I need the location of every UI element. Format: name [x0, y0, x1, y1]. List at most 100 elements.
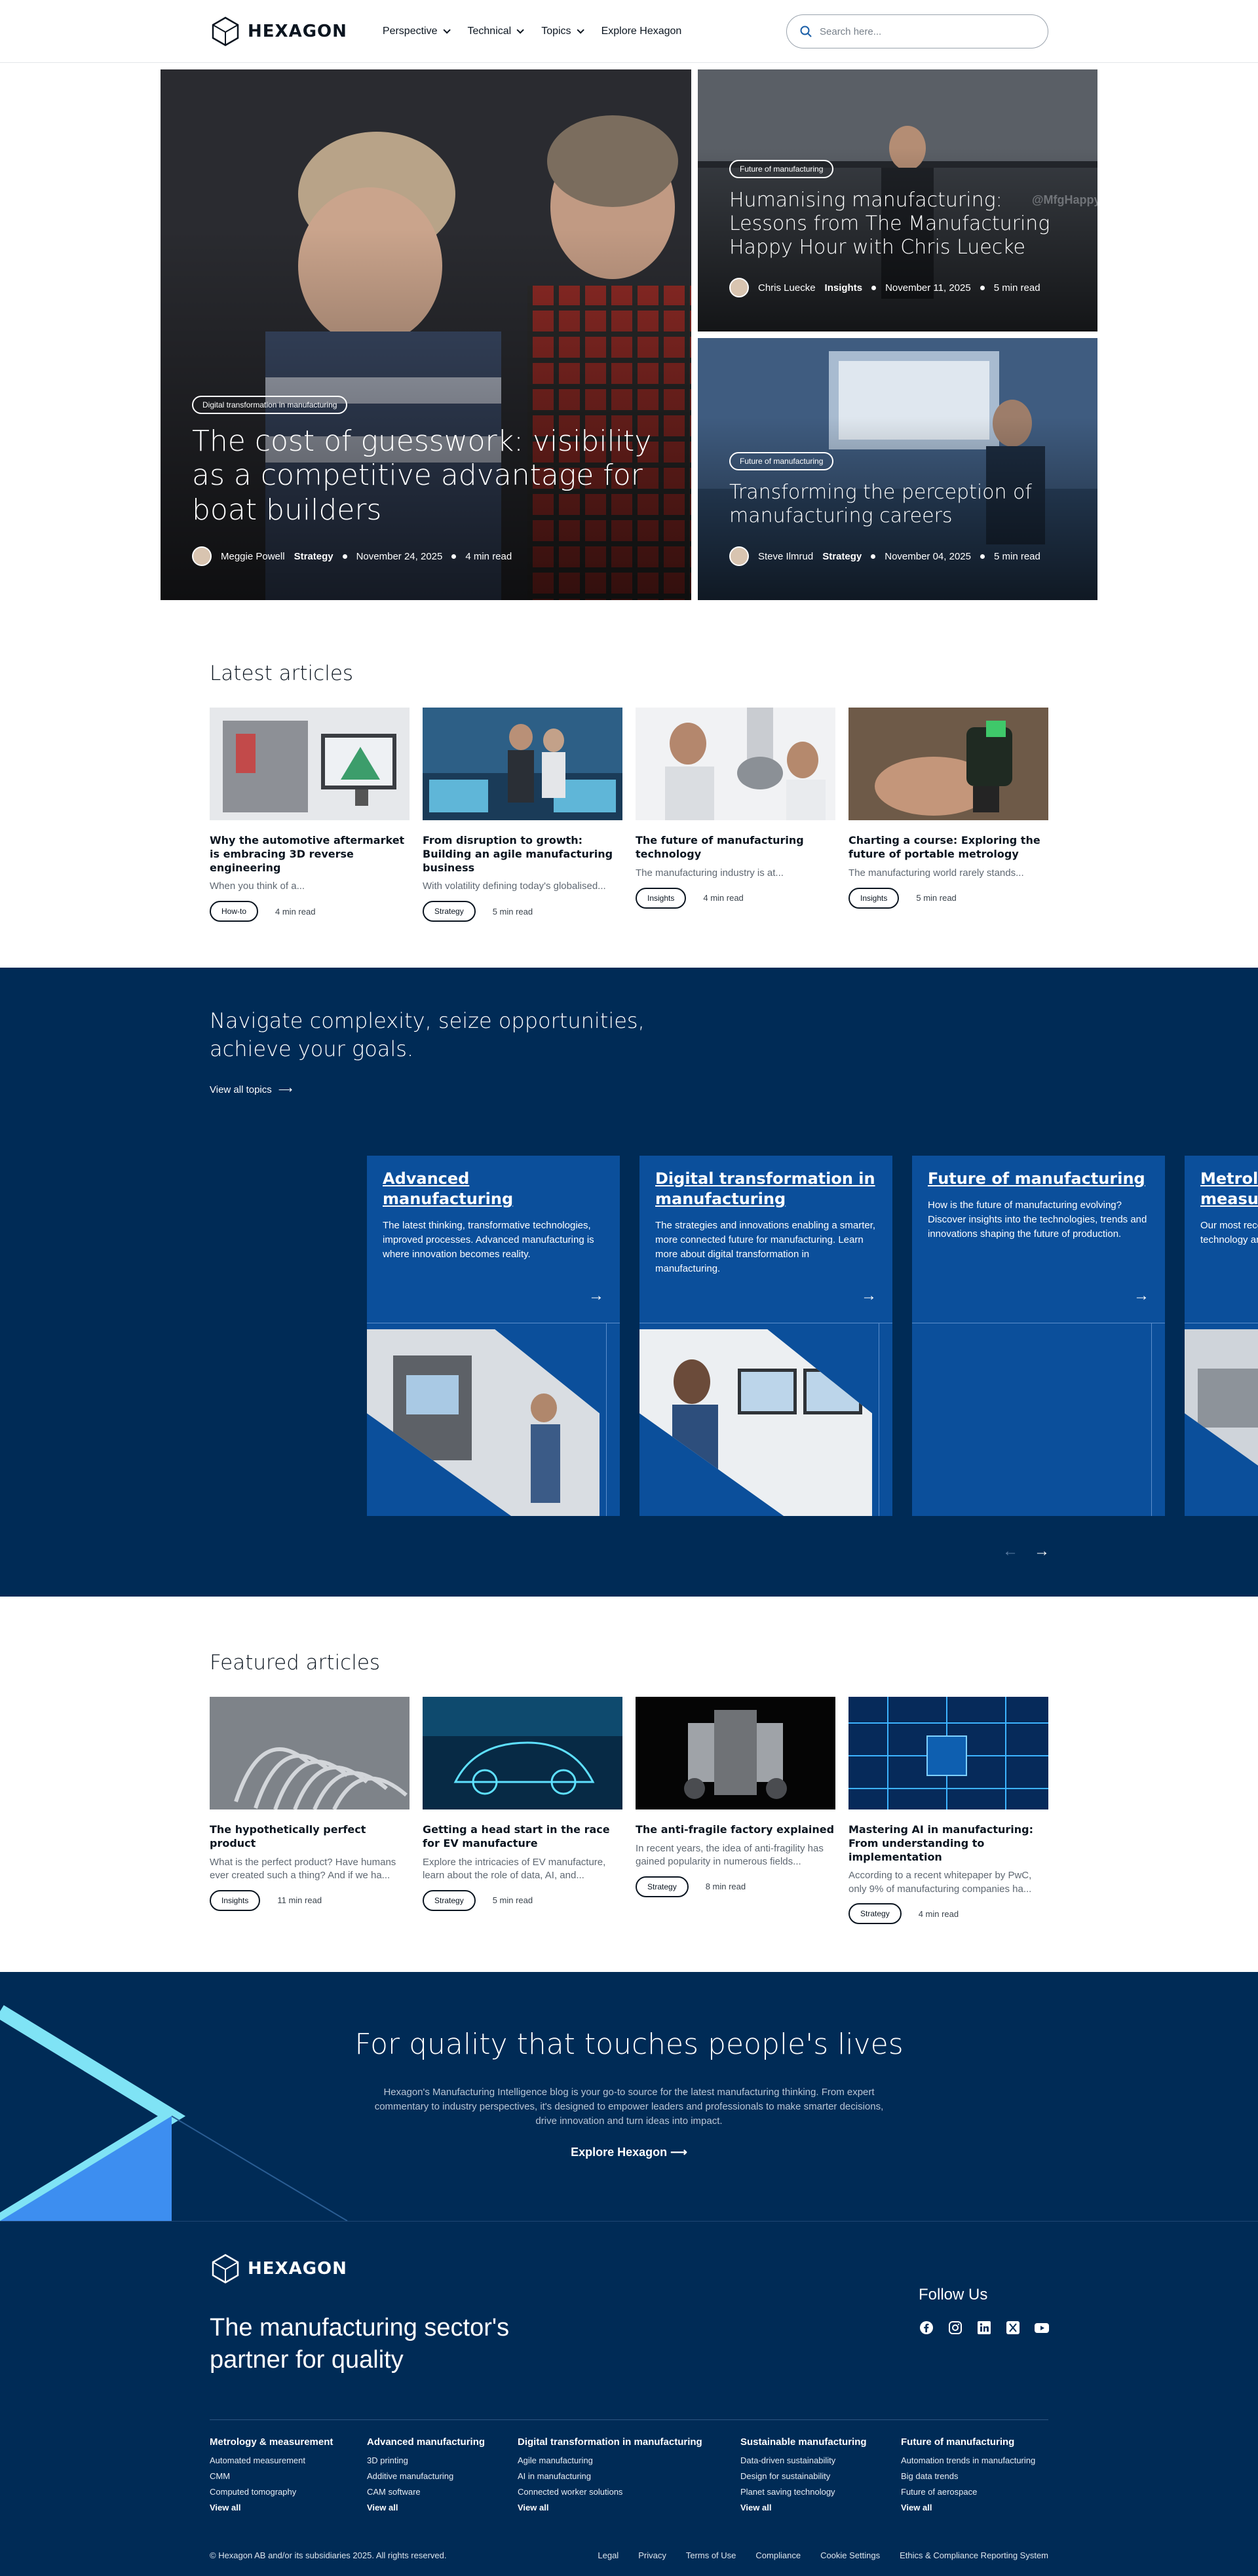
topic-card[interactable]: Future of manufacturing How is the futur…: [912, 1156, 1165, 1516]
search-box[interactable]: [786, 14, 1048, 48]
youtube-icon[interactable]: [1034, 2320, 1050, 2336]
footer-link[interactable]: CAM software: [367, 2487, 491, 2497]
explore-hexagon-link[interactable]: Explore Hexagon ⟶: [0, 2146, 1258, 2159]
footer-link[interactable]: Automated measurement: [210, 2455, 341, 2465]
article-card[interactable]: Mastering AI in manufacturing: From unde…: [848, 1697, 1048, 1925]
article-title[interactable]: Why the automotive aftermarket is embrac…: [210, 834, 410, 875]
footer-link[interactable]: CMM: [210, 2471, 341, 2481]
footer-link[interactable]: 3D printing: [367, 2455, 491, 2465]
article-tag[interactable]: How-to: [210, 901, 259, 922]
terms-link[interactable]: Terms of Use: [686, 2550, 736, 2560]
article-tag[interactable]: Strategy: [423, 901, 476, 922]
article-title[interactable]: Getting a head start in the race for EV …: [423, 1823, 622, 1851]
footer-column-title[interactable]: Future of manufacturing: [901, 2436, 1052, 2448]
nav-technical[interactable]: Technical: [468, 26, 524, 37]
topic-card[interactable]: Advanced manufacturing The latest thinki…: [367, 1156, 620, 1516]
article-title[interactable]: Charting a course: Exploring the future …: [848, 834, 1048, 862]
decorative-shape: [0, 2005, 348, 2221]
article-tag[interactable]: Strategy: [848, 1903, 902, 1925]
nav-explore-hexagon[interactable]: Explore Hexagon: [601, 26, 682, 37]
read-time: 5 min read: [993, 550, 1040, 562]
arrow-right-icon[interactable]: →: [588, 1287, 604, 1305]
read-time: 8 min read: [705, 1882, 746, 1892]
article-title[interactable]: The future of manufacturing technology: [636, 834, 835, 862]
hero-side-title[interactable]: Humanising manufacturing: Lessons from T…: [729, 189, 1071, 259]
footer-link[interactable]: Design for sustainability: [740, 2471, 875, 2481]
linkedin-icon[interactable]: [976, 2320, 992, 2336]
hexagon-logo-icon: [212, 2254, 239, 2284]
article-card[interactable]: The hypothetically perfect product What …: [210, 1697, 410, 1924]
category-pill[interactable]: Future of manufacturing: [729, 452, 834, 470]
facebook-icon[interactable]: [919, 2320, 934, 2336]
footer-link[interactable]: Planet saving technology: [740, 2487, 875, 2497]
footer-link[interactable]: Future of aerospace: [901, 2487, 1052, 2497]
compliance-link[interactable]: Compliance: [755, 2550, 801, 2560]
author-name: Steve Ilmrud: [758, 550, 814, 562]
arrow-left-icon[interactable]: ←: [1002, 1542, 1018, 1561]
cookie-settings-link[interactable]: Cookie Settings: [820, 2550, 880, 2560]
topic-title[interactable]: Future of manufacturing: [928, 1169, 1149, 1189]
article-title[interactable]: From disruption to growth: Building an a…: [423, 834, 622, 875]
footer-column-title[interactable]: Advanced manufacturing: [367, 2436, 491, 2448]
footer-view-all-link[interactable]: View all: [518, 2503, 714, 2512]
footer-column-title[interactable]: Metrology & measurement: [210, 2436, 341, 2448]
topic-title[interactable]: Metrology & measurement: [1200, 1169, 1258, 1209]
topic-title[interactable]: Digital transformation in manufacturing: [655, 1169, 877, 1209]
author-avatar: [729, 278, 749, 297]
article-card[interactable]: Charting a course: Exploring the future …: [848, 708, 1048, 922]
footer-link[interactable]: Automation trends in manufacturing: [901, 2455, 1052, 2465]
article-tag[interactable]: Strategy: [636, 1876, 689, 1897]
arrow-right-icon[interactable]: →: [861, 1287, 877, 1305]
hero-main-card[interactable]: Digital transformation in manufacturing …: [161, 69, 691, 600]
search-input[interactable]: [820, 26, 1035, 37]
topic-card[interactable]: Digital transformation in manufacturing …: [639, 1156, 892, 1516]
nav-perspective[interactable]: Perspective: [383, 26, 451, 37]
topic-title[interactable]: Advanced manufacturing: [383, 1169, 604, 1209]
article-title[interactable]: Mastering AI in manufacturing: From unde…: [848, 1823, 1048, 1864]
topic-card[interactable]: Metrology & measurement Our most recent …: [1185, 1156, 1258, 1516]
footer-link[interactable]: Computed tomography: [210, 2487, 341, 2497]
article-tag[interactable]: Insights: [636, 887, 687, 909]
view-all-topics-link[interactable]: View all topics ⟶: [210, 1084, 292, 1096]
nav-topics[interactable]: Topics: [541, 26, 584, 37]
article-footer: Insights 5 min read: [848, 887, 1048, 909]
category-pill[interactable]: Future of manufacturing: [729, 160, 834, 178]
article-card[interactable]: The anti-fragile factory explained In re…: [636, 1697, 835, 1924]
footer-link[interactable]: Data-driven sustainability: [740, 2455, 875, 2465]
footer-link[interactable]: AI in manufacturing: [518, 2471, 714, 2481]
article-card[interactable]: From disruption to growth: Building an a…: [423, 708, 622, 922]
arrow-right-icon[interactable]: →: [1034, 1542, 1050, 1561]
article-tag[interactable]: Insights: [848, 887, 900, 909]
footer-column-title[interactable]: Digital transformation in manufacturing: [518, 2436, 714, 2448]
footer-link[interactable]: Connected worker solutions: [518, 2487, 714, 2497]
footer-column-title[interactable]: Sustainable manufacturing: [740, 2436, 875, 2448]
article-tag[interactable]: Strategy: [423, 1889, 476, 1911]
footer-view-all-link[interactable]: View all: [210, 2503, 341, 2512]
article-card[interactable]: Getting a head start in the race for EV …: [423, 1697, 622, 1924]
ethics-reporting-link[interactable]: Ethics & Compliance Reporting System: [900, 2550, 1048, 2560]
footer-view-all-link[interactable]: View all: [367, 2503, 491, 2512]
category-pill[interactable]: Digital transformation in manufacturing: [192, 395, 348, 414]
hero-side-card[interactable]: Future of manufacturing Transforming the…: [698, 338, 1097, 600]
footer-view-all-link[interactable]: View all: [740, 2503, 875, 2512]
article-card[interactable]: The future of manufacturing technology T…: [636, 708, 835, 922]
read-time: 4 min read: [918, 1908, 959, 1919]
footer-logo[interactable]: HEXAGON: [210, 2253, 347, 2284]
hero-main-title[interactable]: The cost of guesswork: visibility as a c…: [192, 425, 665, 528]
arrow-right-icon[interactable]: →: [1134, 1287, 1149, 1305]
article-card[interactable]: Why the automotive aftermarket is embrac…: [210, 708, 410, 922]
footer-link[interactable]: Additive manufacturing: [367, 2471, 491, 2481]
hero-side-title[interactable]: Transforming the perception of manufactu…: [729, 481, 1071, 528]
footer-link[interactable]: Big data trends: [901, 2471, 1052, 2481]
hero-side-card[interactable]: @MfgHappy Future of manufacturing Humani…: [698, 69, 1097, 331]
footer-link[interactable]: Agile manufacturing: [518, 2455, 714, 2465]
x-icon[interactable]: [1005, 2320, 1021, 2336]
article-tag[interactable]: Insights: [210, 1889, 261, 1911]
article-title[interactable]: The anti-fragile factory explained: [636, 1823, 835, 1837]
footer-view-all-link[interactable]: View all: [901, 2503, 1052, 2512]
privacy-link[interactable]: Privacy: [638, 2550, 666, 2560]
instagram-icon[interactable]: [947, 2320, 963, 2336]
article-title[interactable]: The hypothetically perfect product: [210, 1823, 410, 1851]
legal-link[interactable]: Legal: [598, 2550, 619, 2560]
hexagon-logo[interactable]: HEXAGON: [210, 16, 347, 47]
